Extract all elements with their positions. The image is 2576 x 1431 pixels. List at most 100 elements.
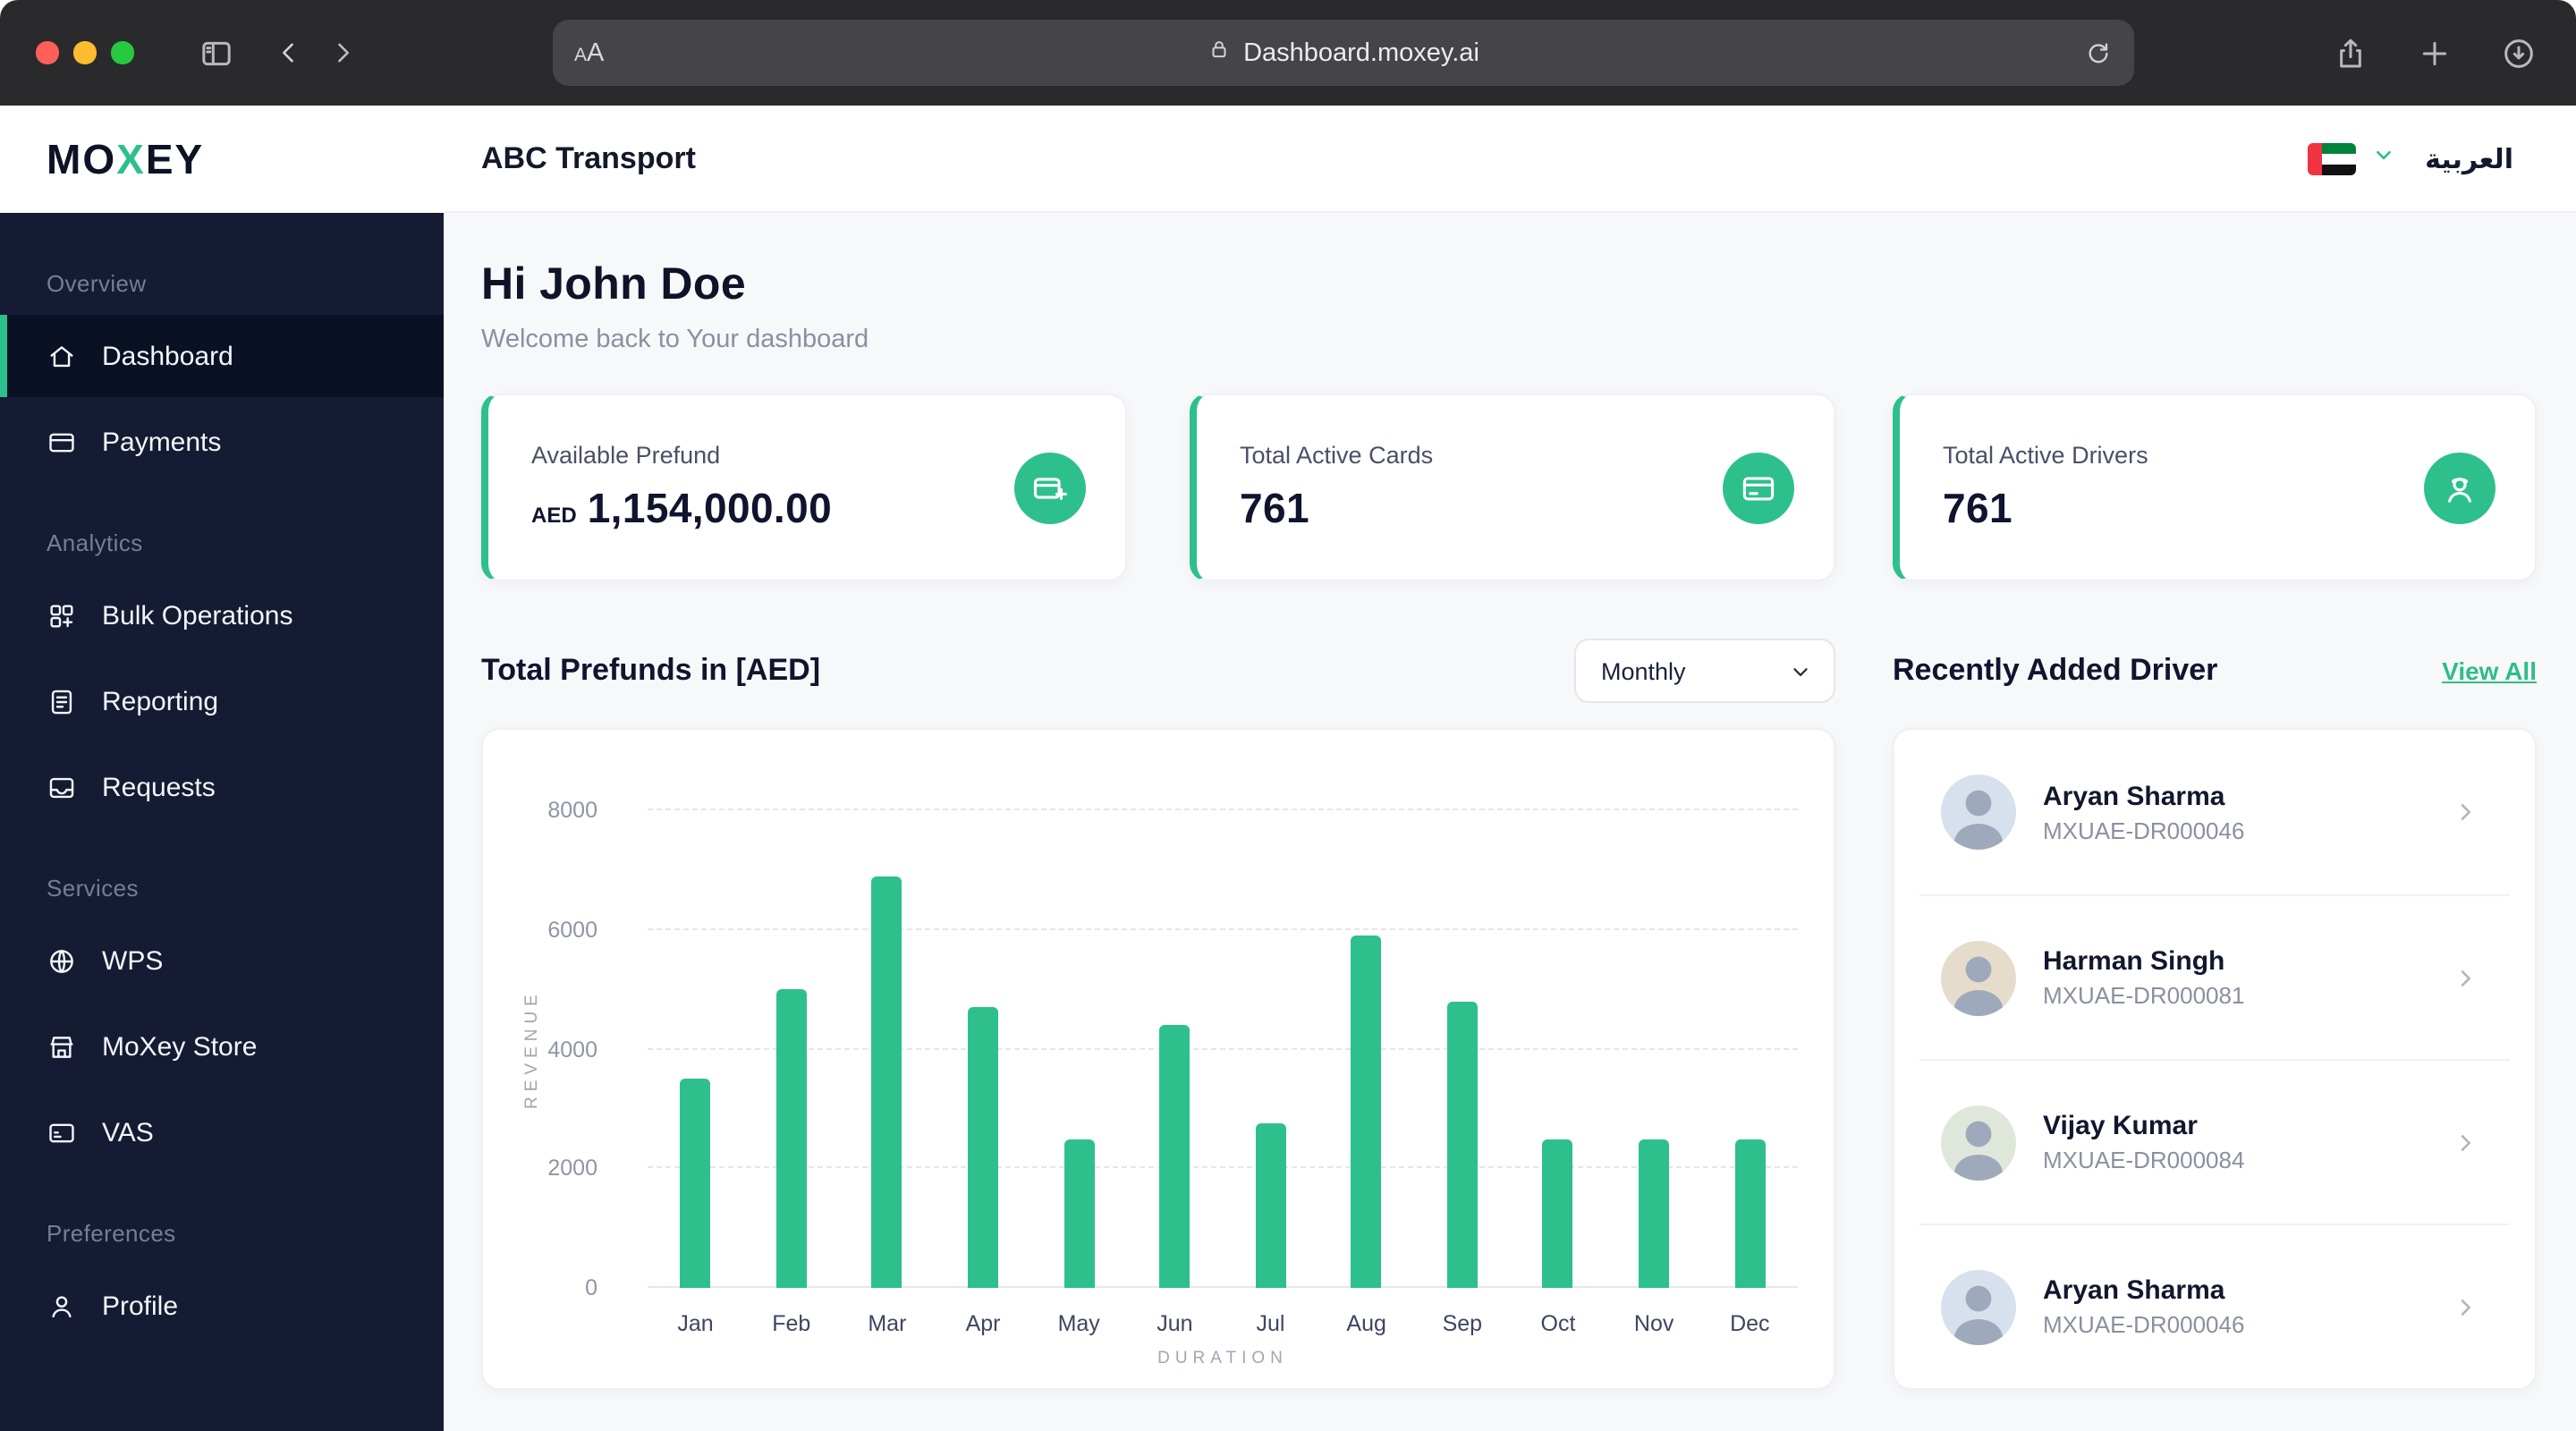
sidebar-item-dashboard[interactable]: Dashboard (0, 315, 444, 397)
driver-id: MXUAE-DR000046 (2043, 817, 2245, 843)
sidebar-item-requests[interactable]: Requests (0, 746, 444, 828)
section-label-analytics: Analytics (47, 529, 143, 556)
minimize-button[interactable] (73, 41, 96, 64)
zoom-button[interactable] (111, 41, 133, 64)
lock-icon (1208, 38, 1231, 68)
new-tab-button[interactable] (2417, 35, 2453, 71)
stat-label: Total Active Drivers (1943, 442, 2148, 469)
sidebar-item-label: Bulk Operations (102, 600, 293, 631)
driver-avatar (1941, 1105, 2016, 1180)
chart-title: Total Prefunds in [AED] (481, 653, 821, 687)
sidebar-item-label: Dashboard (102, 341, 233, 371)
sidebar-item-label: Payments (102, 427, 222, 457)
sidebar-item-label: Profile (102, 1291, 179, 1321)
greeting: Hi John Doe (481, 259, 747, 309)
back-button[interactable] (273, 38, 303, 68)
browser-chrome: AA Dashboard.moxey.ai (0, 0, 2576, 106)
card-icon (1723, 452, 1794, 523)
driver-list-item[interactable]: Vijay Kumar MXUAE-DR000084 (1919, 1059, 2510, 1224)
sidebar-item-vas[interactable]: VAS (0, 1091, 444, 1173)
welcome-text: Welcome back to Your dashboard (481, 326, 869, 354)
sidebar-toggle-button[interactable] (198, 35, 233, 71)
forward-button[interactable] (326, 38, 357, 68)
dashboard-content: Hi John Doe Welcome back to Your dashboa… (444, 213, 2576, 1431)
chart-bar-column (1031, 810, 1127, 1288)
chart-plot (648, 809, 1798, 1288)
document-icon (47, 686, 77, 716)
x-tick-apr: Apr (965, 1311, 1001, 1336)
share-button[interactable] (2333, 35, 2368, 71)
sidebar-item-payments[interactable]: Payments (0, 401, 444, 483)
person-icon (47, 1291, 77, 1321)
company-name: ABC Transport (481, 140, 696, 174)
uae-flag-icon (2307, 142, 2356, 174)
chart-bar-column (839, 810, 935, 1288)
stat-currency: AED (531, 503, 577, 528)
inbox-icon (47, 772, 77, 802)
chart-bar-column (1702, 810, 1798, 1288)
language-switcher[interactable] (2307, 142, 2394, 174)
x-tick-feb: Feb (772, 1311, 811, 1336)
chart-bar-column (1318, 810, 1414, 1288)
x-tick-mar: Mar (868, 1311, 907, 1336)
prefunds-bar-chart: REVENUE 0 2000 4000 6000 8000 Jan Feb Mar Apr Ma… (481, 728, 1835, 1390)
chart-bar-jul (1255, 1123, 1286, 1288)
language-label[interactable]: العربية (2425, 142, 2513, 174)
chevron-right-icon (2453, 1130, 2478, 1155)
chart-bar-column (1127, 810, 1223, 1288)
x-axis-title: DURATION (1157, 1349, 1288, 1368)
driver-avatar (1941, 775, 2016, 850)
url-bar[interactable]: AA Dashboard.moxey.ai (553, 20, 2134, 86)
stat-value: 761 (1240, 485, 1309, 531)
x-tick-sep: Sep (1442, 1311, 1483, 1336)
chart-bar-jan (680, 1079, 711, 1288)
chevron-down-icon (1793, 667, 1808, 675)
refresh-button[interactable] (2084, 38, 2113, 67)
x-tick-may: May (1057, 1311, 1100, 1336)
chevron-right-icon (2453, 965, 2478, 990)
chart-bar-oct (1542, 1139, 1573, 1288)
x-tick-jul: Jul (1256, 1311, 1285, 1336)
sidebar-item-bulk-operations[interactable]: Bulk Operations (0, 574, 444, 656)
driver-list-item[interactable]: Aryan Sharma MXUAE-DR000046 (1919, 730, 2510, 894)
x-tick-nov: Nov (1633, 1311, 1674, 1336)
view-all-link[interactable]: View All (2442, 656, 2537, 685)
driver-list-item[interactable]: Aryan Sharma MXUAE-DR000046 (1919, 1224, 2510, 1388)
chart-bar-column (1606, 810, 1702, 1288)
chart-x-labels: Jan Feb Mar Apr May Jun Jul Aug Sep Oct Nov Dec (648, 1311, 1798, 1336)
sidebar-item-label: Requests (102, 772, 216, 802)
downloads-button[interactable] (2501, 35, 2537, 71)
x-tick-aug: Aug (1346, 1311, 1386, 1336)
chart-bar-nov (1639, 1139, 1670, 1288)
sidebar-item-profile[interactable]: Profile (0, 1265, 444, 1347)
stat-label: Total Active Cards (1240, 442, 1434, 469)
sidebar-item-reporting[interactable]: Reporting (0, 660, 444, 742)
y-tick-0: 0 (585, 1275, 597, 1300)
sidebar-item-moxey-store[interactable]: MoXey Store (0, 1005, 444, 1088)
driver-avatar (1941, 1269, 2016, 1344)
section-label-preferences: Preferences (47, 1220, 176, 1247)
chart-bar-apr (968, 1007, 999, 1288)
period-dropdown[interactable]: Monthly (1574, 639, 1835, 703)
close-button[interactable] (36, 41, 58, 64)
sidebar-item-label: Reporting (102, 686, 219, 716)
sidebar-nav: Overview Dashboard Payments Analytics Bu… (0, 213, 444, 1351)
x-tick-jun: Jun (1157, 1311, 1193, 1336)
x-tick-dec: Dec (1730, 1311, 1770, 1336)
stat-card-available-prefund: Available Prefund AED 1,154,000.00 (481, 394, 1127, 581)
chart-bar-may (1063, 1139, 1095, 1288)
sidebar-item-wps[interactable]: WPS (0, 919, 444, 1002)
chart-bar-column (1223, 810, 1318, 1288)
driver-id: MXUAE-DR000081 (2043, 982, 2245, 1009)
driver-name: Vijay Kumar (2043, 1111, 2198, 1141)
section-label-overview: Overview (47, 270, 147, 297)
driver-list-item[interactable]: Harman Singh MXUAE-DR000081 (1919, 894, 2510, 1059)
y-tick-2000: 2000 (547, 1156, 597, 1181)
chart-y-labels: 0 2000 4000 6000 8000 (483, 798, 623, 1300)
y-tick-8000: 8000 (547, 798, 597, 823)
stat-label: Available Prefund (531, 442, 721, 469)
text-size-button[interactable]: AA (574, 38, 604, 67)
credit-card-icon (47, 427, 77, 457)
recent-drivers-list: Aryan Sharma MXUAE-DR000046 Harman Singh… (1893, 728, 2537, 1390)
grid-plus-icon (47, 600, 77, 631)
